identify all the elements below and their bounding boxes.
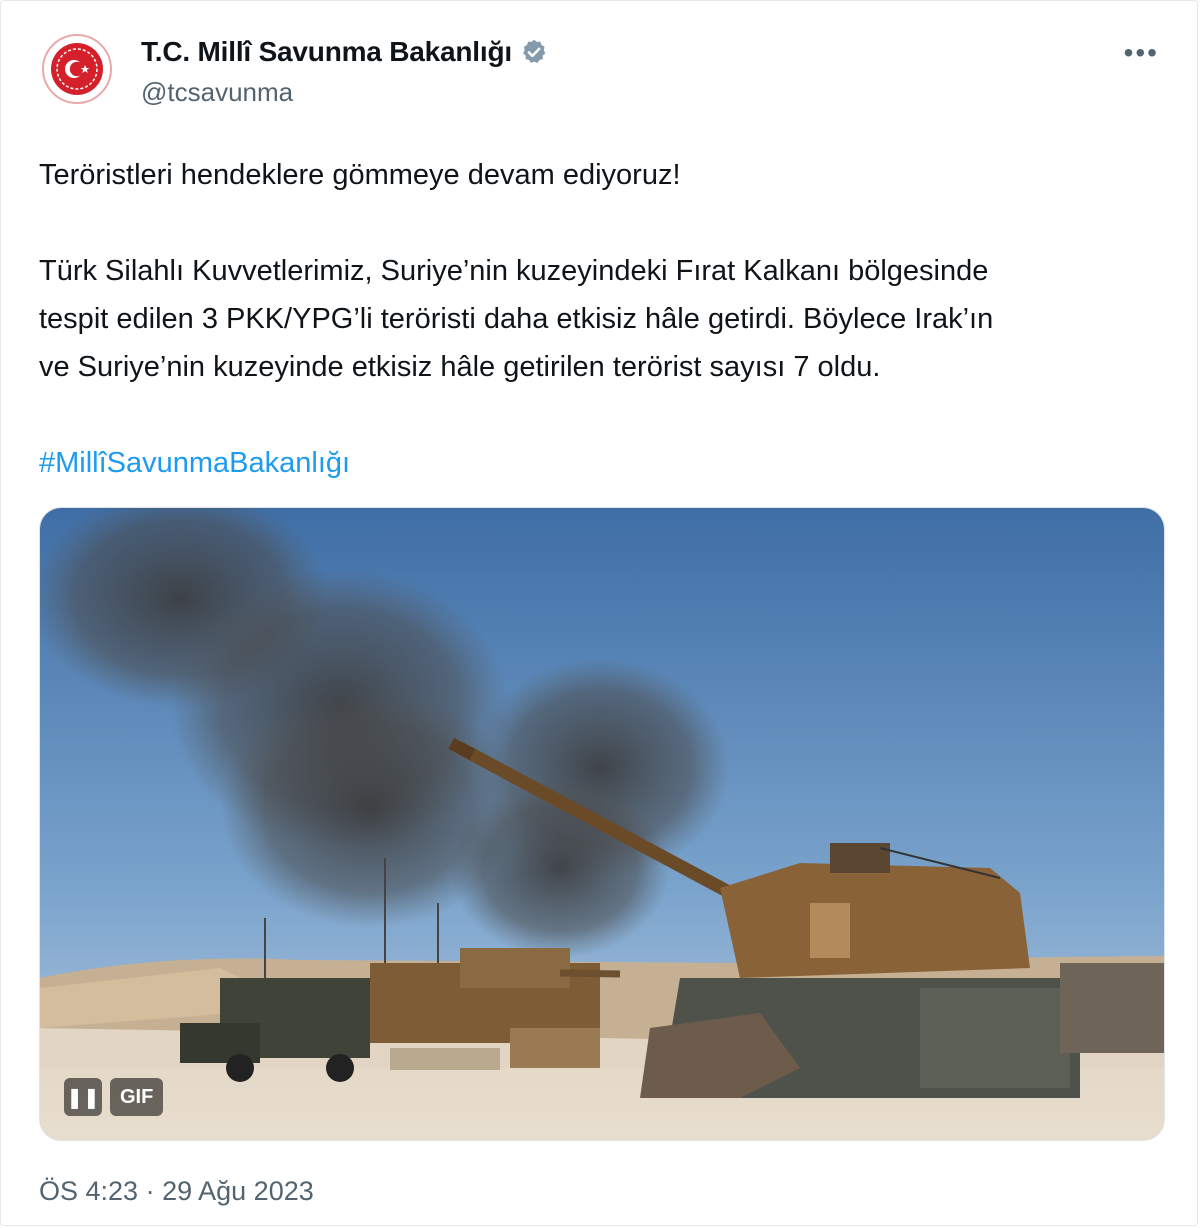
gif-controls: ❚❚ GIF: [64, 1078, 164, 1116]
verified-badge-icon: [520, 38, 548, 66]
timestamp-separator: ·: [145, 1176, 155, 1206]
pause-button[interactable]: ❚❚: [64, 1078, 102, 1116]
howitzer-firing-image: [40, 508, 1164, 1140]
author-name-row[interactable]: T.C. Millî Savunma Bakanlığı: [141, 35, 548, 69]
author-handle[interactable]: @tcsavunma: [141, 77, 293, 108]
tweet-line: Türk Silahlı Kuvvetlerimiz, Suriye’nin k…: [39, 255, 989, 287]
more-options-icon[interactable]: •••: [1124, 37, 1159, 69]
tweet-time[interactable]: ÖS 4:23: [39, 1176, 138, 1206]
ministry-emblem-icon: [41, 33, 113, 105]
tweet-date[interactable]: 29 Ağu 2023: [162, 1176, 314, 1206]
tweet-line: ve Suriye’nin kuzeyinde etkisiz hâle get…: [39, 351, 881, 383]
tweet-card: T.C. Millî Savunma Bakanlığı @tcsavunma …: [0, 0, 1198, 1226]
hashtag-link[interactable]: #MillîSavunmaBakanlığı: [39, 447, 350, 479]
tweet-line: Teröristleri hendeklere gömmeye devam ed…: [39, 159, 681, 191]
avatar[interactable]: [41, 33, 113, 105]
tweet-text: Teröristleri hendeklere gömmeye devam ed…: [39, 151, 1164, 487]
tweet-media-gif[interactable]: ❚❚ GIF: [39, 507, 1165, 1141]
author-display-name[interactable]: T.C. Millî Savunma Bakanlığı: [141, 36, 512, 68]
gif-badge: GIF: [110, 1078, 164, 1116]
tweet-line: tespit edilen 3 PKK/YPG’li teröristi dah…: [39, 303, 994, 335]
tweet-timestamp[interactable]: ÖS 4:23 · 29 Ağu 2023: [39, 1176, 314, 1207]
